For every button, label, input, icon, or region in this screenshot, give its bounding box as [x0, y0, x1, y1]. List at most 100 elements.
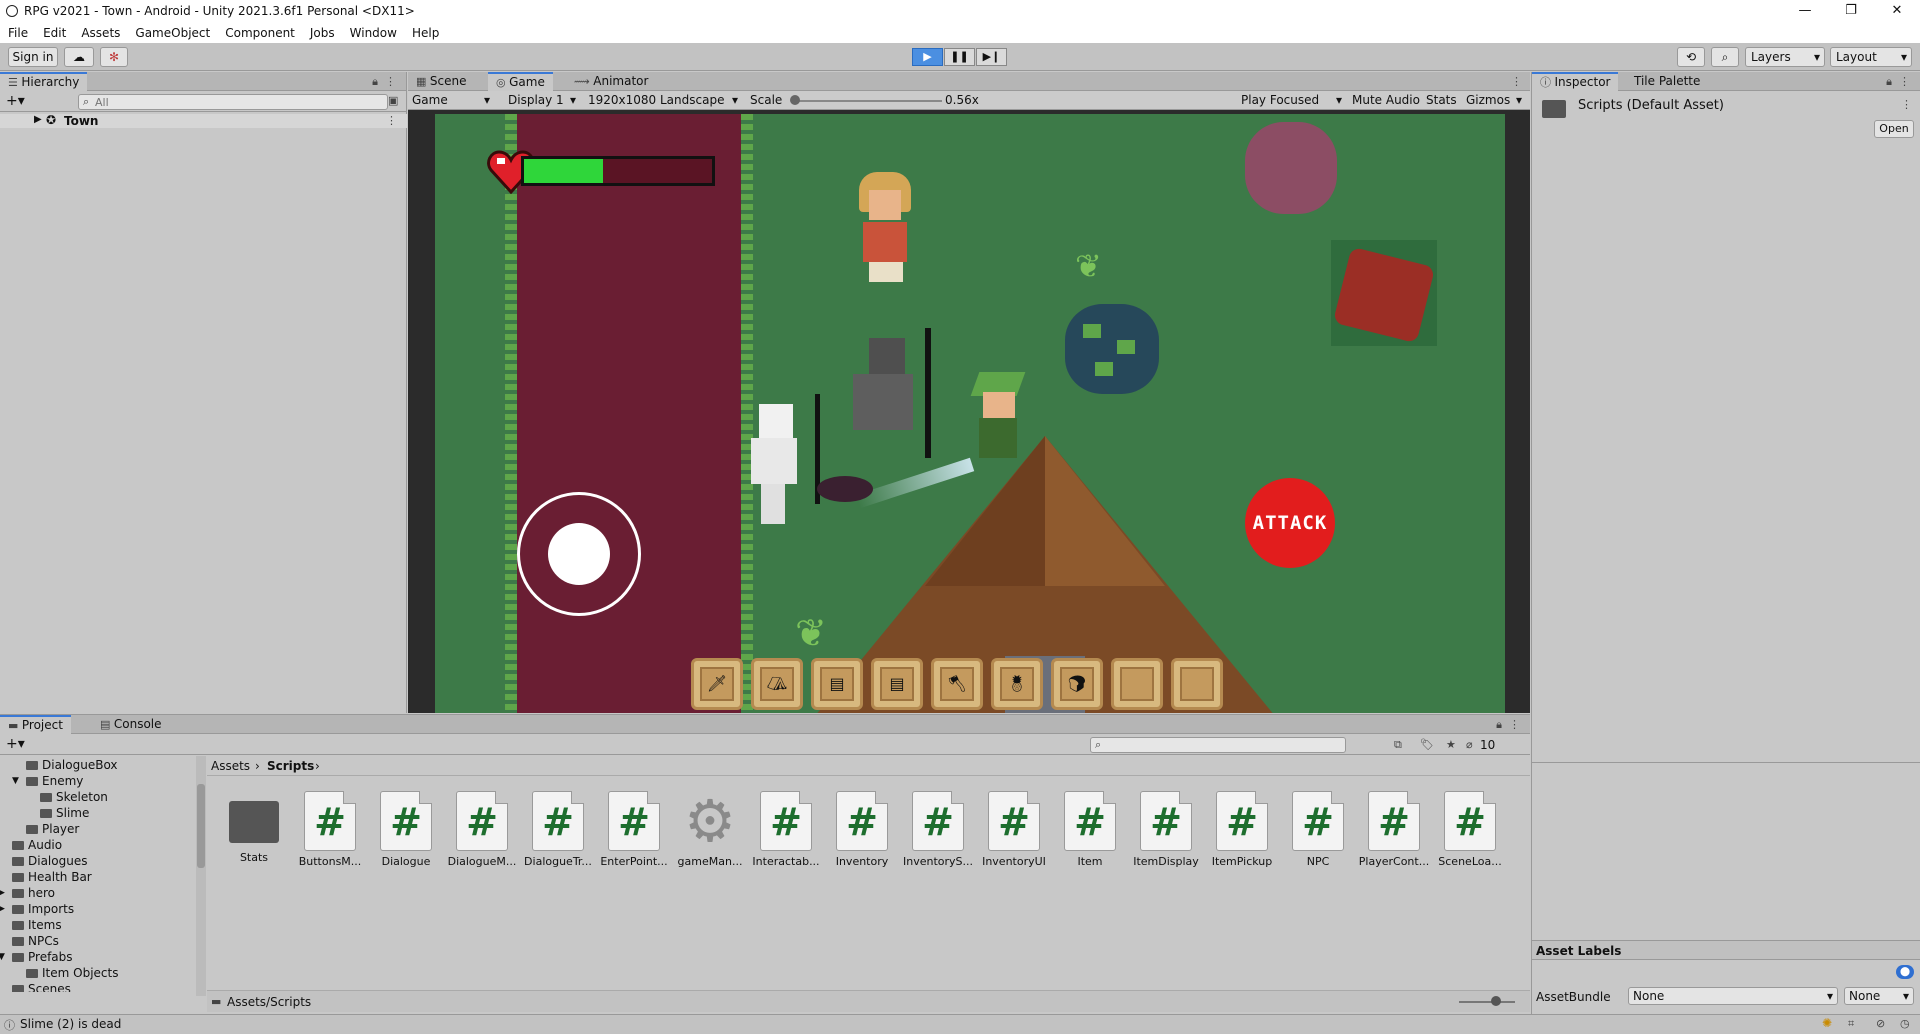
minimize-button[interactable]: —: [1782, 0, 1828, 22]
hotbar-slot[interactable]: 🗡︎: [691, 658, 743, 710]
cloud-icon[interactable]: ☁: [64, 47, 94, 67]
icon-size-slider-handle[interactable]: [1491, 996, 1501, 1006]
filter-by-type-icon[interactable]: ⧉: [1394, 738, 1402, 752]
lock-icon[interactable]: 🔒︎: [1886, 75, 1892, 89]
display-dropdown[interactable]: Display 1: [508, 93, 564, 107]
joystick-knob[interactable]: [548, 523, 610, 585]
more-options-icon[interactable]: ⋮: [386, 114, 397, 127]
asset-item[interactable]: # ItemDisplay: [1128, 791, 1204, 868]
close-button[interactable]: ✕: [1874, 0, 1920, 22]
asset-item[interactable]: # ItemPickup: [1204, 791, 1280, 868]
hierarchy-row-town[interactable]: ▶ ✪ Town ⋮: [0, 113, 407, 128]
menu-jobs[interactable]: Jobs: [310, 26, 335, 40]
asset-item[interactable]: # DialogueTr...: [520, 791, 596, 868]
hotbar-slot[interactable]: ▤: [811, 658, 863, 710]
search-icon[interactable]: ⌕: [1711, 47, 1739, 67]
asset-item[interactable]: # Interactab...: [748, 791, 824, 868]
asset-bundle-dropdown[interactable]: None ▾: [1628, 987, 1838, 1005]
maximize-button[interactable]: ❐: [1828, 0, 1874, 22]
game-mode-dropdown[interactable]: Game: [412, 93, 448, 107]
asset-item[interactable]: # SceneLoa...: [1432, 791, 1508, 868]
hotbar-slot[interactable]: 🍍︎: [991, 658, 1043, 710]
tree-item-npcs[interactable]: NPCs: [0, 934, 196, 949]
tree-item-dialoguebox[interactable]: DialogueBox: [0, 758, 196, 773]
breadcrumb-scripts[interactable]: Scripts: [267, 759, 314, 773]
menu-help[interactable]: Help: [412, 26, 439, 40]
hotbar-slot[interactable]: [1111, 658, 1163, 710]
hotbar-slot[interactable]: 🍞︎: [1051, 658, 1103, 710]
expanded-arrow-icon[interactable]: ▼: [12, 776, 19, 786]
asset-item[interactable]: # Inventory: [824, 791, 900, 868]
tree-item-prefabs[interactable]: ▼ Prefabs: [0, 950, 196, 965]
layout-dropdown[interactable]: Layout ▾: [1830, 47, 1912, 67]
asset-item[interactable]: # DialogueM...: [444, 791, 520, 868]
more-options-icon[interactable]: ⋮: [1901, 98, 1912, 111]
cache-server-icon[interactable]: ⌗: [1848, 1017, 1854, 1031]
scale-slider[interactable]: [792, 100, 942, 102]
tree-item-hero[interactable]: ▶ hero: [0, 886, 196, 901]
menu-window[interactable]: Window: [350, 26, 397, 40]
more-options-icon[interactable]: ⋮: [1899, 75, 1910, 88]
tab-tile-palette[interactable]: Tile Palette: [1626, 72, 1708, 91]
expanded-arrow-icon[interactable]: ▼: [0, 952, 5, 962]
tab-project[interactable]: ▬ Project: [0, 715, 71, 734]
layers-dropdown[interactable]: Layers ▾: [1745, 47, 1825, 67]
lock-icon[interactable]: 🔒︎: [1496, 718, 1502, 732]
resolution-dropdown[interactable]: 1920x1080 Landscape: [588, 93, 724, 107]
collapsed-arrow-icon[interactable]: ▶: [0, 888, 5, 898]
icon-size-slider[interactable]: [1459, 1001, 1515, 1003]
open-button[interactable]: Open: [1874, 120, 1914, 138]
asset-item[interactable]: # EnterPoint...: [596, 791, 672, 868]
asset-item[interactable]: ⚙ gameMan...: [672, 791, 748, 868]
asset-item[interactable]: # Item: [1052, 791, 1128, 868]
tree-item-scenes[interactable]: Scenes: [0, 982, 196, 992]
tree-item-skeleton[interactable]: Skeleton: [0, 790, 196, 805]
tree-item-audio[interactable]: Audio: [0, 838, 196, 853]
more-options-icon[interactable]: ⋮: [385, 75, 396, 88]
menu-edit[interactable]: Edit: [43, 26, 66, 40]
hotbar-slot[interactable]: ▤: [871, 658, 923, 710]
favorite-star-icon[interactable]: ★: [1446, 738, 1456, 751]
hotbar-slot[interactable]: 🪓︎: [931, 658, 983, 710]
asset-item[interactable]: # NPC: [1280, 791, 1356, 868]
asset-item[interactable]: # Dialogue: [368, 791, 444, 868]
asset-item[interactable]: # InventoryUI: [976, 791, 1052, 868]
attack-button[interactable]: ATTACK: [1245, 478, 1335, 568]
history-icon[interactable]: ⟲: [1677, 47, 1705, 67]
breadcrumb-assets[interactable]: Assets: [211, 759, 250, 773]
pause-button[interactable]: ❚❚: [944, 48, 975, 66]
lighting-icon[interactable]: ✺: [1822, 1016, 1832, 1030]
tab-inspector[interactable]: ⓘ Inspector: [1532, 72, 1619, 91]
network-off-icon[interactable]: ⊘: [1876, 1017, 1885, 1030]
tree-item-slime[interactable]: Slime: [0, 806, 196, 821]
virtual-joystick[interactable]: [517, 492, 641, 616]
mute-audio-toggle[interactable]: Mute Audio: [1352, 93, 1420, 107]
play-focused-dropdown[interactable]: Play Focused: [1241, 93, 1319, 107]
status-message[interactable]: Slime (2) is dead: [20, 1017, 121, 1031]
collab-icon[interactable]: ✻: [100, 47, 128, 67]
tree-item-imports[interactable]: ▶ Imports: [0, 902, 196, 917]
lock-icon[interactable]: 🔒︎: [372, 75, 378, 89]
asset-bundle-variant-dropdown[interactable]: None ▾: [1844, 987, 1914, 1005]
game-viewport[interactable]: ❦ ❦ ATTACK 🗡︎ ⛺︎ ▤ ▤ 🪓︎ 🍍︎ 🍞︎: [435, 114, 1505, 713]
add-icon[interactable]: +▾: [6, 93, 25, 109]
hierarchy-search-input[interactable]: [78, 94, 388, 110]
asset-item[interactable]: # PlayerCont...: [1356, 791, 1432, 868]
play-button[interactable]: ▶: [912, 48, 943, 66]
collapsed-arrow-icon[interactable]: ▶: [0, 904, 5, 914]
hotbar-slot[interactable]: ⛺︎: [751, 658, 803, 710]
menu-assets[interactable]: Assets: [81, 26, 120, 40]
tree-item-health-bar[interactable]: Health Bar: [0, 870, 196, 885]
tree-item-player[interactable]: Player: [0, 822, 196, 837]
more-options-icon[interactable]: ⋮: [1509, 718, 1520, 731]
asset-item[interactable]: # ButtonsM...: [292, 791, 368, 868]
tree-item-items[interactable]: Items: [0, 918, 196, 933]
menu-component[interactable]: Component: [225, 26, 295, 40]
more-options-icon[interactable]: ⋮: [1511, 75, 1522, 88]
project-search-input[interactable]: [1090, 737, 1346, 753]
menu-gameobject[interactable]: GameObject: [135, 26, 210, 40]
hotbar-slot[interactable]: [1171, 658, 1223, 710]
tab-console[interactable]: ▤ Console: [92, 715, 170, 734]
progress-icon[interactable]: ◷: [1900, 1017, 1910, 1030]
menu-file[interactable]: File: [8, 26, 28, 40]
